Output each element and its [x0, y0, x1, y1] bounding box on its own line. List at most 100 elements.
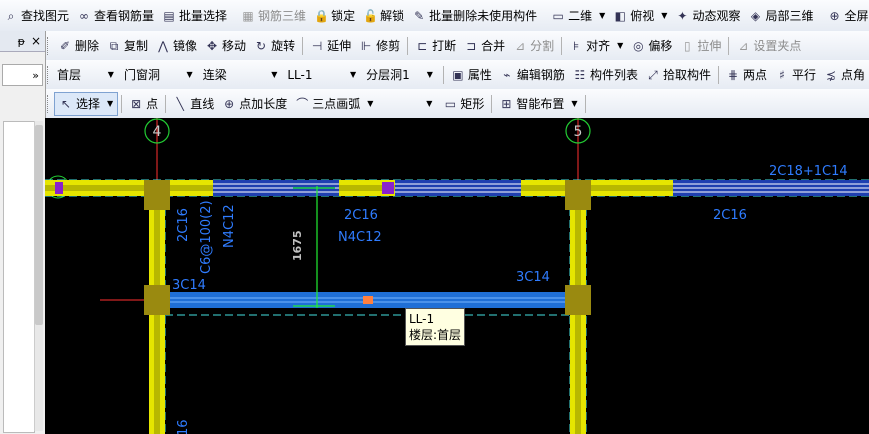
- stretch-button[interactable]: ▯ 拉伸: [676, 35, 725, 57]
- column-block-4-top[interactable]: [144, 180, 170, 210]
- 2d-view-icon: ▭: [552, 8, 564, 23]
- left-panel-scrollbar[interactable]: [34, 121, 43, 431]
- component-category-select-value: 连梁: [202, 68, 227, 82]
- rebar-quantity-button[interactable]: ∞ 查看钢筋量: [73, 5, 158, 27]
- break-button[interactable]: ⊏ 打断: [411, 35, 460, 57]
- toolbar-separator: [121, 94, 123, 113]
- rebar-quantity-label: 查看钢筋量: [94, 9, 155, 23]
- toolbar-separator: [728, 36, 730, 55]
- chevron-down-icon[interactable]: ▼: [367, 99, 373, 108]
- left-panel-expand[interactable]: »: [2, 64, 43, 86]
- component-type-select[interactable]: 门窗洞 ▼: [121, 65, 196, 84]
- chevron-down-icon[interactable]: ▼: [599, 11, 605, 20]
- find-button[interactable]: ⌕ 查找图元: [0, 5, 73, 27]
- select-cursor-button[interactable]: ↖ 选择 ▼: [54, 91, 119, 116]
- top-view-button[interactable]: ◧ 俯视 ▼: [609, 5, 671, 27]
- toolbar-separator: [407, 36, 409, 55]
- tooltip-component-name: LL-1: [409, 312, 435, 326]
- unlock-button[interactable]: 🔓 解锁: [359, 5, 408, 27]
- drawing-svg[interactable]: 4 5 1675 2C18+1C14 2C16 2C16 N4C12 2C16 …: [45, 118, 869, 434]
- coupling-beam-grip[interactable]: [363, 296, 373, 304]
- point-button[interactable]: ⊠ 点: [125, 93, 162, 115]
- chevron-down-icon[interactable]: ▼: [617, 41, 623, 50]
- point-angle-button[interactable]: ⋨ 点角: [820, 64, 869, 86]
- lock-icon: 🔒: [314, 8, 330, 23]
- split-button[interactable]: ⊿ 分割: [509, 35, 558, 57]
- fullscreen-button[interactable]: ⊕ 全屏: [823, 5, 869, 27]
- column-block-5-top[interactable]: [565, 180, 591, 210]
- batch-select-label: 批量选择: [179, 9, 228, 23]
- merge-button[interactable]: ⊐ 合并: [460, 35, 509, 57]
- floor-select[interactable]: 首层 ▼: [54, 65, 117, 84]
- chevron-down-icon[interactable]: ▼: [350, 70, 356, 79]
- merge-icon: ⊐: [466, 38, 477, 53]
- arc-button[interactable]: ⌒ 三点画弧 ▼: [291, 93, 377, 115]
- chevron-down-icon[interactable]: ▼: [426, 99, 432, 108]
- batch-select-button[interactable]: ▤ 批量选择: [158, 5, 231, 27]
- chevron-down-icon[interactable]: ▼: [427, 70, 433, 79]
- component-name-select[interactable]: LL-1 ▼: [284, 65, 359, 84]
- orbit-button[interactable]: ✦ 动态观察: [671, 5, 744, 27]
- batch-delete-button[interactable]: ✎ 批量删除未使用构件: [408, 5, 541, 27]
- properties-icon: ▣: [452, 67, 464, 82]
- rebar-3d-button[interactable]: ▦ 钢筋三维: [237, 5, 310, 27]
- chevron-down-icon[interactable]: ▼: [271, 70, 277, 79]
- component-category-select[interactable]: 连梁 ▼: [200, 65, 281, 84]
- toolbar-edit: ✐ 删除 ⧉ 复制 ⋀ 镜像 ✥ 移动 ↻ 旋转 ⊣ 延伸 ⊩ 修剪 ⊏ 打断 ⊐ 合并 ⊿ 分割 ⊧ 对齐 ▼ ◎ 偏移 ▯ 拉伸…: [45, 31, 869, 61]
- pick-component-label: 拾取构件: [662, 68, 711, 82]
- top-beam-grip-left[interactable]: [55, 182, 63, 194]
- toolbar-grip[interactable]: [47, 36, 51, 55]
- delete-button[interactable]: ✐ 删除: [54, 35, 103, 57]
- toolbar-separator: [302, 36, 304, 55]
- toolbar-grip[interactable]: [47, 94, 51, 113]
- chevron-down-icon[interactable]: ▼: [187, 70, 193, 79]
- extend-button[interactable]: ⊣ 延伸: [306, 35, 355, 57]
- chevron-down-icon[interactable]: ▼: [571, 99, 577, 108]
- close-icon[interactable]: ×: [31, 34, 41, 48]
- line-button[interactable]: ╲ 直线: [169, 93, 218, 115]
- toolbar-main: ⌕ 查找图元 ∞ 查看钢筋量 ▤ 批量选择 ▦ 钢筋三维 🔒 锁定 🔓 解锁 ✎ 批量删除未使用构件 ▭ 二维…: [0, 0, 869, 32]
- point-length-label: 点加长度: [239, 97, 288, 111]
- line-icon: ╲: [176, 96, 184, 111]
- 2d-view-label: 二维: [568, 9, 593, 23]
- parallel-button[interactable]: ♯ 平行: [771, 64, 820, 86]
- pin-icon[interactable]: ᵽ: [18, 35, 25, 48]
- properties-button[interactable]: ▣ 属性: [447, 64, 496, 86]
- point-length-button[interactable]: ⊕ 点加长度: [218, 93, 291, 115]
- sublayer-select[interactable]: 分层洞1 ▼: [363, 65, 436, 84]
- chevron-down-icon[interactable]: ▼: [107, 99, 113, 108]
- top-beam-grip[interactable]: [382, 182, 394, 194]
- offset-button[interactable]: ◎ 偏移: [627, 35, 676, 57]
- align-button[interactable]: ⊧ 对齐 ▼: [565, 35, 627, 57]
- chevron-down-icon[interactable]: ▼: [108, 70, 114, 79]
- grip-point-button[interactable]: ⊿ 设置夹点: [732, 35, 805, 57]
- smart-layout-label: 智能布置: [516, 97, 565, 111]
- toolbar-grip[interactable]: [47, 65, 51, 84]
- parallel-label: 平行: [791, 68, 816, 82]
- local-3d-label: 局部三维: [765, 9, 814, 23]
- mirror-icon: ⋀: [158, 38, 168, 53]
- edit-rebar-button[interactable]: ⌁ 编辑钢筋: [496, 64, 569, 86]
- align-label: 对齐: [586, 39, 611, 53]
- grip-point-label: 设置夹点: [753, 39, 802, 53]
- move-button[interactable]: ✥ 移动: [201, 35, 250, 57]
- lock-button[interactable]: 🔒 锁定: [310, 5, 359, 27]
- pick-component-button[interactable]: ⤢ 拾取构件: [642, 64, 715, 86]
- column-block-4-mid[interactable]: [144, 285, 170, 315]
- mirror-button[interactable]: ⋀ 镜像: [152, 35, 201, 57]
- scrollbar-thumb[interactable]: [35, 125, 43, 325]
- arc-mode-select[interactable]: ▼: [377, 94, 435, 113]
- rectangle-button[interactable]: ▭ 矩形: [439, 93, 488, 115]
- drawing-canvas[interactable]: 4 5 1675 2C18+1C14 2C16 2C16 N4C12 2C16 …: [45, 118, 869, 434]
- toolbar-separator: [165, 94, 167, 113]
- smart-layout-button[interactable]: ⊞ 智能布置 ▼: [495, 93, 581, 115]
- two-point-button[interactable]: ⋕ 两点: [722, 64, 771, 86]
- column-block-5-mid[interactable]: [565, 285, 591, 315]
- copy-button[interactable]: ⧉ 复制: [103, 35, 152, 57]
- local-3d-button[interactable]: ◈ 局部三维: [744, 5, 817, 27]
- 2d-view-button[interactable]: ▭ 二维 ▼: [547, 5, 609, 27]
- component-list-button[interactable]: ☷ 构件列表: [569, 64, 642, 86]
- chevron-down-icon[interactable]: ▼: [661, 11, 667, 20]
- trim-button[interactable]: ⊩ 修剪: [355, 35, 404, 57]
- rotate-button[interactable]: ↻ 旋转: [250, 35, 299, 57]
